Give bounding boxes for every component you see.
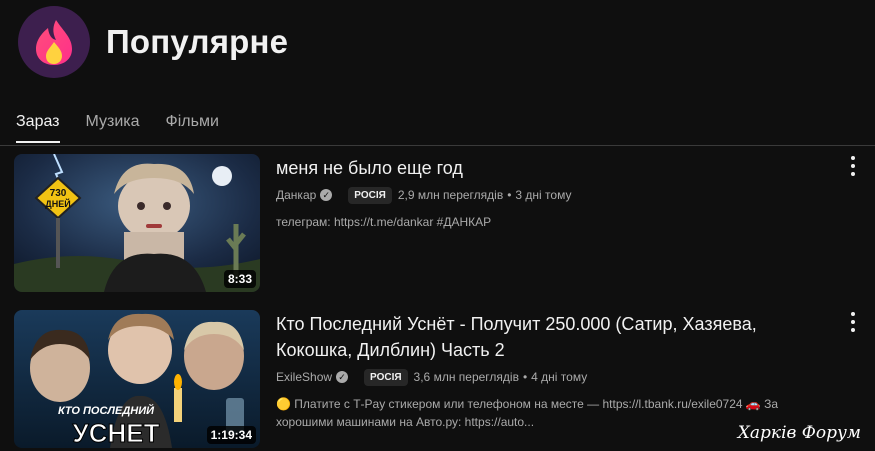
svg-text:ДНЕЙ: ДНЕЙ bbox=[45, 198, 70, 209]
video-meta: ExileShow ✓ РОСІЯ 3,6 млн переглядів • 4… bbox=[276, 367, 836, 387]
verified-check-icon: ✓ bbox=[336, 371, 349, 383]
country-badge: РОСІЯ bbox=[348, 186, 392, 204]
verified-check-icon: ✓ bbox=[320, 189, 333, 201]
trending-logo bbox=[18, 6, 90, 78]
channel-name[interactable]: ExileShow bbox=[276, 370, 332, 384]
upload-age: 3 дні тому bbox=[515, 188, 572, 202]
flame-icon bbox=[36, 20, 72, 65]
video-item[interactable]: 730 ДНЕЙ 8:33 меня не было еще год Данка… bbox=[14, 154, 860, 294]
svg-text:УСНЕТ: УСНЕТ bbox=[73, 418, 160, 448]
video-thumbnail[interactable]: КТО ПОСЛЕДНИЙ УСНЕТ 1:19:34 bbox=[14, 310, 260, 448]
svg-text:730: 730 bbox=[50, 188, 67, 199]
video-info: меня не было еще год Данкар ✓ РОСІЯ 2,9 … bbox=[276, 154, 836, 231]
video-duration: 8:33 bbox=[223, 270, 256, 288]
tab-now[interactable]: Зараз bbox=[16, 108, 60, 143]
svg-text:КТО ПОСЛЕДНИЙ: КТО ПОСЛЕДНИЙ bbox=[58, 404, 155, 417]
meta-separator: • bbox=[507, 188, 512, 202]
video-title[interactable]: Кто Последний Уснёт - Получит 250.000 (С… bbox=[276, 311, 836, 363]
country-badge: РОСІЯ bbox=[364, 368, 408, 386]
video-item[interactable]: КТО ПОСЛЕДНИЙ УСНЕТ 1:19:34 Кто Последни… bbox=[14, 310, 860, 450]
page-header: Популярне bbox=[18, 6, 288, 78]
channel-name[interactable]: Данкар bbox=[276, 188, 316, 202]
view-count: 3,6 млн переглядів bbox=[413, 370, 519, 384]
tab-divider bbox=[0, 145, 875, 146]
meta-separator: • bbox=[522, 370, 528, 384]
upload-age: 4 дні тому bbox=[531, 370, 588, 384]
tab-bar: Зараз Музика Фільми bbox=[16, 108, 245, 146]
video-duration: 1:19:34 bbox=[206, 426, 256, 444]
video-description: телеграм: https://t.me/dankar #ДАНКАР bbox=[276, 215, 492, 229]
page-title: Популярне bbox=[106, 23, 289, 60]
video-meta: Данкар ✓ РОСІЯ 2,9 млн переглядів • 3 дн… bbox=[276, 185, 836, 205]
tab-movies[interactable]: Фільми bbox=[166, 108, 219, 141]
forum-watermark: Харків Форум bbox=[737, 423, 861, 443]
more-options-icon[interactable] bbox=[846, 156, 860, 176]
thumbnail-image: 730 ДНЕЙ bbox=[14, 154, 260, 292]
video-title[interactable]: меня не было еще год bbox=[276, 155, 836, 181]
more-options-icon[interactable] bbox=[846, 312, 860, 332]
tab-music[interactable]: Музика bbox=[86, 108, 140, 141]
video-thumbnail[interactable]: 730 ДНЕЙ 8:33 bbox=[14, 154, 260, 292]
view-count: 2,9 млн переглядів bbox=[397, 188, 504, 202]
video-info: Кто Последний Уснёт - Получит 250.000 (С… bbox=[276, 310, 836, 431]
